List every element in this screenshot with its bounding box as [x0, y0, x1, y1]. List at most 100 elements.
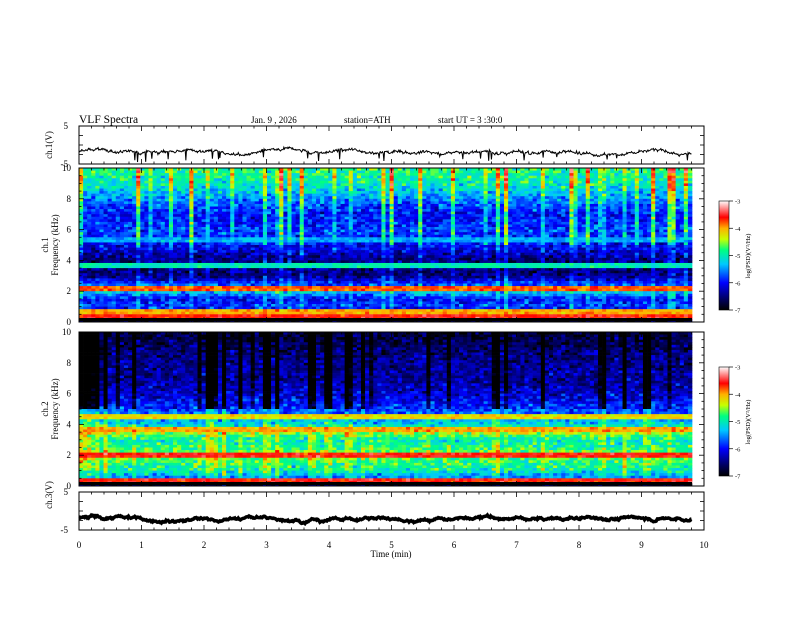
ch1-spectrogram-cell — [585, 196, 591, 200]
ch1-spectrogram-cell — [479, 219, 484, 223]
ch1-spectrogram-cell — [589, 239, 595, 243]
ch1-spectrogram-cell — [495, 216, 501, 220]
ch1-spectrogram-cell — [593, 221, 599, 225]
ch1-spectrogram-cell — [283, 185, 288, 189]
ch1-spectrogram-cell — [487, 183, 493, 187]
ch1-spectrogram-cell — [320, 173, 325, 177]
ch1-spectrogram-cell — [299, 239, 305, 243]
ch1-spectrogram-cell — [328, 219, 333, 223]
ch1-spectrogram-cell — [651, 221, 656, 225]
ch1-spectrogram-cell — [152, 252, 157, 256]
ch1-spectrogram-cell — [87, 209, 92, 212]
ch1-spectrogram-cell — [528, 198, 533, 202]
ch1-spectrogram-cell — [205, 227, 211, 230]
ch1-spectrogram-cell — [659, 219, 664, 223]
ch1-spectrogram-cell — [593, 175, 599, 179]
ch1-spectrogram-cell — [638, 175, 644, 179]
ch1-spectrogram-cell — [369, 191, 374, 195]
ch1-spectrogram-cell — [667, 209, 672, 212]
ch1-spectrogram-cell — [593, 242, 599, 246]
ch1-spectrogram-cell — [360, 203, 366, 207]
ch1-spectrogram-cell — [487, 178, 493, 182]
ch1-spectrogram-cell — [675, 219, 681, 223]
ch1-spectrogram-cell — [659, 239, 664, 243]
ch1-spectrogram-cell — [275, 180, 280, 184]
ch1-spectrogram-cell — [205, 198, 211, 202]
ch1-spectrogram-cell — [565, 201, 570, 205]
ch1-spectrogram-cell — [499, 201, 505, 205]
ch1-spectrogram-cell — [328, 242, 333, 246]
ch1-spectrogram-cell — [618, 206, 623, 210]
ch1-spectrogram-cell — [491, 185, 497, 189]
ch1-spectrogram-cell — [91, 252, 96, 256]
ch1-spectrogram-cell — [626, 232, 632, 236]
ch1-spectrogram-cell — [87, 237, 92, 241]
ch1-spectrogram-cell — [91, 180, 96, 184]
ch1-spectrogram-cell — [512, 180, 517, 184]
ch1-spectrogram-cell — [177, 245, 182, 248]
ch1-spectrogram-cell — [340, 188, 345, 192]
ch1-spectrogram-cell — [275, 250, 280, 254]
ch1-spectrogram-cell — [234, 216, 239, 220]
ch1-spectrogram-cell — [683, 180, 689, 184]
ch1-spectrogram-cell — [598, 247, 603, 251]
ch1-spectrogram-cell — [316, 245, 321, 248]
ch1-spectrogram-cell — [671, 185, 677, 189]
ch1-spectrogram-cell — [328, 196, 333, 200]
ch1-spectrogram-cell — [618, 173, 623, 177]
ch1-spectrogram-cell — [132, 209, 137, 212]
ch1-spectrogram-cell — [115, 216, 121, 220]
ch1-spectrogram-cell — [83, 211, 88, 215]
ch1-spectrogram-cell — [356, 216, 362, 220]
ch1-spectrogram-cell — [536, 203, 542, 207]
ch1-spectrogram-cell — [385, 173, 390, 177]
ch1-spectrogram-cell — [655, 214, 660, 218]
ch1-spectrogram-cell — [655, 219, 660, 223]
ch1-spectrogram-cell — [512, 224, 517, 228]
ch1-spectrogram-cell — [213, 232, 219, 236]
ch1-spectrogram-cell — [602, 193, 607, 197]
ch1-spectrogram-cell — [356, 173, 362, 177]
ch1-spectrogram-cell — [491, 178, 497, 182]
ch1-spectrogram-cell — [242, 247, 247, 251]
ch1-spectrogram-cell — [132, 239, 137, 243]
ch1-spectrogram-cell — [152, 206, 157, 210]
ch1-spectrogram-cell — [156, 198, 162, 202]
ch1-spectrogram-cell — [242, 232, 247, 236]
ch1-spectrogram-cell — [516, 193, 521, 197]
ch1-spectrogram-cell — [156, 178, 162, 182]
ch1-spectrogram-cell — [512, 191, 517, 195]
ch1-spectrogram-cell — [659, 191, 664, 195]
ch1-spectrogram-cell — [434, 193, 439, 197]
ch1-spectrogram-cell — [99, 180, 104, 184]
ch1-spectrogram-cell — [279, 203, 284, 207]
ch1-spectrogram-cell — [279, 219, 284, 223]
ch1-spectrogram-cell — [340, 191, 345, 195]
ch1-spectrogram-cell — [246, 191, 251, 195]
ch1-spectrogram-cell — [91, 198, 96, 202]
ch1-spectrogram-cell — [675, 201, 681, 205]
ch1-spectrogram-cell — [148, 193, 153, 197]
ch1-spectrogram-cell — [459, 216, 464, 220]
ch1-spectrogram-cell — [136, 224, 141, 228]
ch1-spectrogram-cell — [168, 196, 174, 200]
ch1-spectrogram-cell — [87, 196, 92, 200]
ch1-spectrogram-cell — [565, 196, 570, 200]
ch1-spectrogram-cell — [467, 234, 472, 238]
ch1-spectrogram-cell — [434, 237, 439, 241]
ch1-spectrogram-cell — [434, 216, 439, 220]
ch1-spectrogram-cell — [234, 224, 239, 228]
ch1-spectrogram-cell — [671, 239, 677, 243]
ch1-spectrogram-cell — [634, 245, 640, 248]
ch1-spectrogram-cell — [168, 209, 174, 212]
ch1-spectrogram-cell — [610, 180, 615, 184]
ch1-spectrogram-cell — [405, 232, 411, 236]
ch1-spectrogram-cell — [115, 234, 121, 238]
ch1-spectrogram-cell — [528, 239, 533, 243]
ch1-spectrogram-cell — [356, 198, 362, 202]
ch1-spectrogram-cell — [222, 183, 227, 187]
ch1-spectrogram-cell — [454, 242, 460, 246]
ch1-spectrogram-cell — [463, 247, 468, 251]
ch1-spectrogram-cell — [598, 203, 603, 207]
ch1-spectrogram-cell — [471, 193, 476, 197]
